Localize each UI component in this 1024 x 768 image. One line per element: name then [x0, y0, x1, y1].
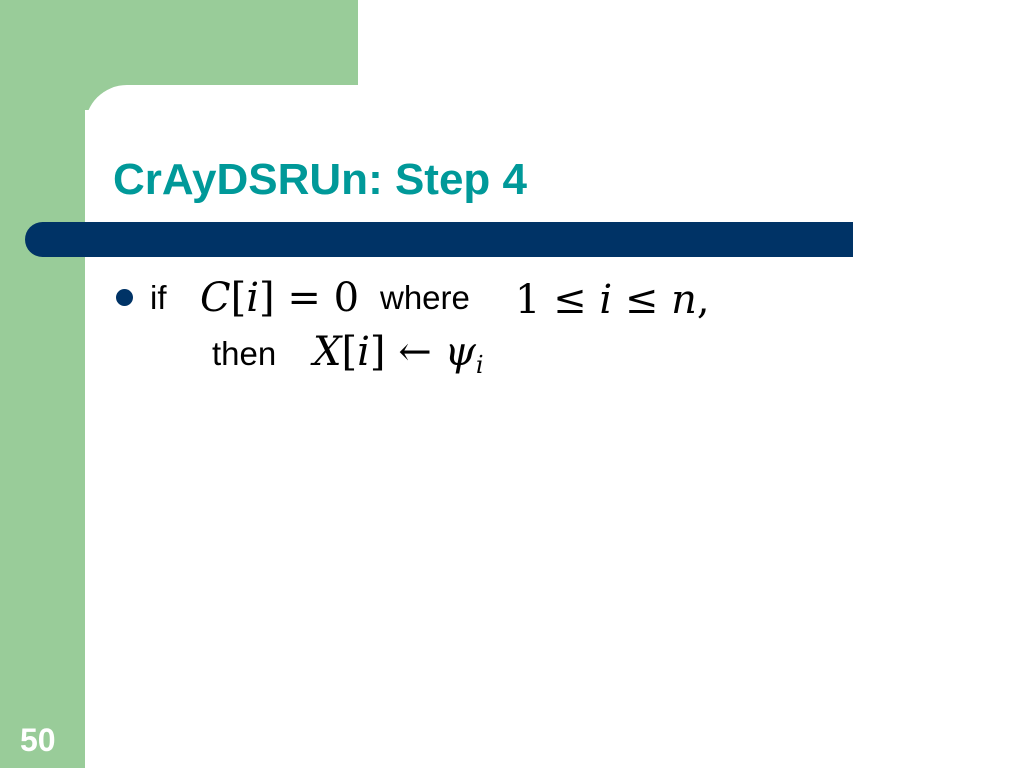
math-var-i: i [357, 329, 370, 375]
background-panel-left [0, 0, 85, 768]
slide-title: CrAyDSRUn: Step 4 [113, 155, 527, 204]
math-comma: , [696, 277, 710, 323]
math-bracket-close: ] [259, 275, 275, 321]
left-arrow-icon: ← [385, 329, 445, 375]
math-var-i: i [246, 275, 260, 321]
math-condition: C[i] = 0 [200, 274, 359, 322]
math-var-X: X [313, 329, 342, 375]
math-assignment: X[i] ← ψi [313, 328, 484, 389]
where-text: where [380, 279, 470, 316]
math-zero: 0 [333, 275, 360, 321]
math-one: 1 [515, 277, 541, 323]
math-var-psi: ψ [444, 329, 476, 375]
math-le: ≤ [540, 277, 600, 323]
math-var-n: n [671, 277, 697, 323]
slide-number: 50 [20, 722, 56, 758]
math-bracket-close: ] [369, 329, 386, 375]
math-var-C: C [200, 275, 231, 321]
math-var-i: i [599, 277, 613, 323]
math-equals: = [274, 275, 334, 321]
math-subscript-i: i [475, 351, 484, 379]
math-le: ≤ [612, 277, 672, 323]
title-underline-bar [25, 222, 853, 257]
bullet-icon [116, 289, 133, 306]
math-bracket-open: [ [341, 329, 358, 375]
then-text: then [212, 335, 277, 372]
math-bracket-open: [ [230, 275, 247, 321]
if-text: if [150, 279, 167, 316]
math-range: 1 ≤ i ≤ n, [515, 276, 710, 324]
